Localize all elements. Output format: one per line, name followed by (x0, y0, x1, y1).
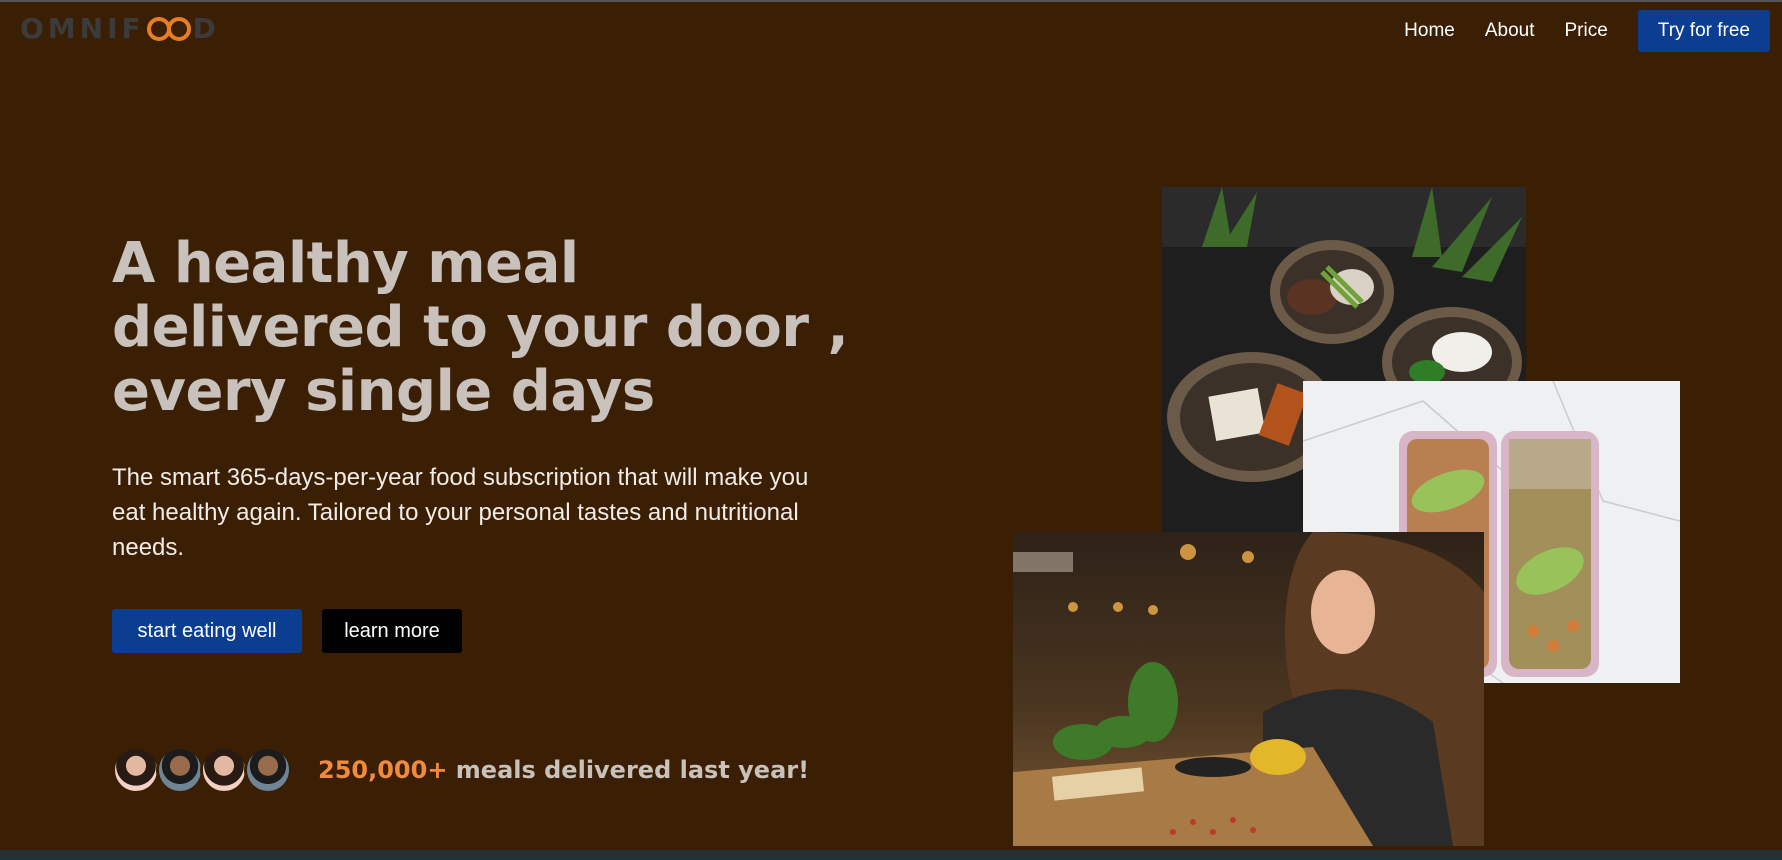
woman-eating-image (1013, 532, 1484, 846)
hero-description: The smart 365-days-per-year food subscri… (112, 464, 809, 561)
learn-more-button[interactable]: learn more (322, 609, 462, 653)
avatar (200, 746, 248, 794)
top-border (0, 0, 1782, 2)
nav-link-price[interactable]: Price (1565, 20, 1608, 42)
hero-title-line-3: every single days (112, 359, 655, 424)
try-for-free-button[interactable]: Try for free (1637, 10, 1770, 52)
avatar (112, 746, 160, 794)
avatar (156, 746, 204, 794)
meals-delivered-count: 250,000+ (318, 756, 448, 784)
bottom-bar (0, 850, 1782, 860)
meals-delivered-text: 250,000+ meals delivered last year! (318, 756, 809, 784)
hero-title: A healthy meal delivered to your door , … (112, 232, 872, 424)
nav-link-home[interactable]: Home (1404, 20, 1455, 42)
logo-text-right: D (192, 12, 220, 45)
nav-link-about[interactable]: About (1485, 20, 1535, 42)
meals-delivered-label: meals delivered last year! (455, 756, 810, 784)
hero-title-line-1: A healthy meal (112, 231, 579, 296)
avatar (244, 746, 292, 794)
infinity-icon (146, 16, 191, 41)
main-nav: Home About Price Try for free (1404, 10, 1770, 52)
hero-title-line-2: delivered to your door , (112, 295, 849, 360)
start-eating-well-button[interactable]: start eating well (112, 609, 302, 653)
omnifood-logo[interactable]: OMNIF D (20, 12, 220, 45)
logo-text-left: OMNIF (20, 12, 145, 45)
customer-avatars (112, 746, 292, 794)
